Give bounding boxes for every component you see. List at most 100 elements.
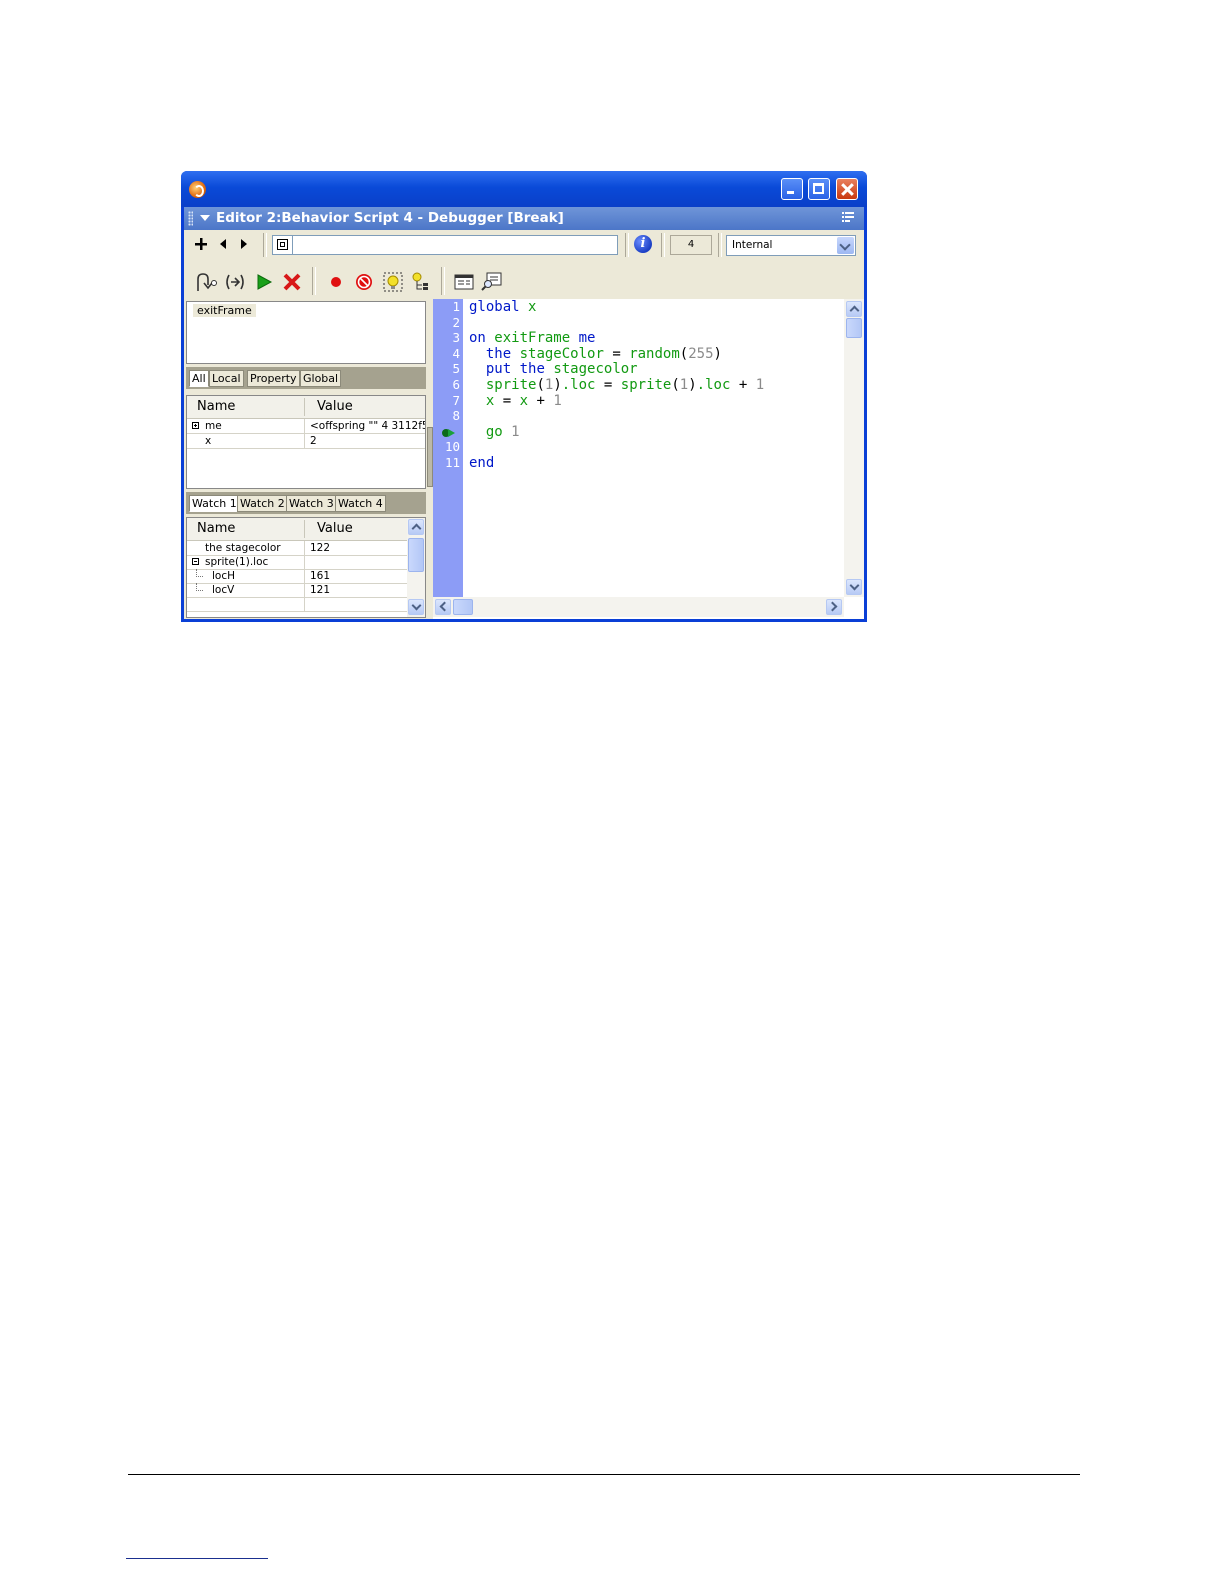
code-line: x = x + 1 (485, 392, 562, 409)
table-row[interactable] (187, 597, 407, 612)
line-number: 10 (444, 439, 460, 455)
toolbar-debug (184, 265, 864, 299)
column-name[interactable]: Name (197, 521, 235, 536)
chevron-down-icon[interactable] (837, 237, 854, 254)
code-line: the stageColor = random(255) (485, 345, 722, 362)
table-row[interactable]: sprite(1).loc (187, 555, 407, 570)
info-icon[interactable]: i (634, 235, 652, 253)
run-script-icon[interactable] (252, 270, 276, 294)
scroll-up-icon[interactable] (408, 519, 424, 535)
cast-select-value: Internal (732, 239, 773, 251)
line-number: 2 (452, 314, 460, 330)
panel-collapse-icon[interactable] (200, 215, 210, 221)
step-script-icon[interactable] (194, 270, 218, 294)
previous-handler-icon[interactable] (218, 237, 228, 251)
line-number: 4 (452, 345, 460, 361)
script-type-icon (277, 239, 288, 250)
watch-scrollbar[interactable] (407, 518, 425, 617)
app-icon[interactable] (189, 181, 206, 198)
cast-select[interactable]: Internal (726, 235, 856, 256)
collapse-icon[interactable] (192, 558, 199, 565)
debugger-window: Editor 2:Behavior Script 4 - Debugger [B… (181, 171, 867, 622)
expand-icon[interactable] (192, 422, 199, 429)
variables-header: Name Value (187, 396, 425, 419)
scroll-thumb[interactable] (846, 318, 862, 338)
toggle-breakpoint-icon[interactable] (324, 270, 348, 294)
column-name[interactable]: Name (197, 399, 235, 414)
code-line: put the stagecolor (485, 361, 638, 378)
line-number: 11 (444, 455, 460, 470)
table-row[interactable]: x 2 (187, 434, 425, 449)
line-number: 7 (452, 392, 460, 408)
scroll-down-icon[interactable] (408, 599, 424, 615)
panel-grip-icon[interactable] (188, 211, 193, 226)
toolbar-separator (625, 233, 629, 257)
watch-expression-icon[interactable] (381, 270, 405, 294)
code-line: on exitFrame me (469, 330, 596, 347)
editor-horizontal-scrollbar[interactable] (433, 597, 844, 617)
panel-header[interactable]: Editor 2:Behavior Script 4 - Debugger [B… (184, 207, 864, 230)
tab-watch-1[interactable]: Watch 1 (189, 495, 240, 512)
new-handler-icon[interactable] (194, 237, 208, 251)
options-menu-icon[interactable] (842, 212, 856, 224)
stop-debugging-icon[interactable] (280, 270, 304, 294)
scroll-up-icon[interactable] (846, 301, 862, 317)
code-body[interactable]: global x on exitFrame me the stageColor … (469, 299, 764, 471)
scroll-right-icon[interactable] (826, 599, 842, 615)
line-number: 6 (452, 377, 460, 392)
table-row[interactable]: locV 121 (187, 583, 407, 598)
tab-global[interactable]: Global (300, 370, 342, 387)
find-icon[interactable] (480, 270, 504, 294)
title-bar[interactable] (181, 171, 867, 207)
tab-all[interactable]: All (189, 370, 209, 387)
line-number-field[interactable]: 4 (670, 235, 712, 255)
line-number: 5 (452, 361, 460, 377)
execution-arrow-icon (442, 429, 455, 437)
toolbar-separator (312, 267, 316, 295)
watch-tabs: Watch 1 Watch 2 Watch 3 Watch 4 (186, 492, 426, 514)
call-stack-list[interactable]: exitFrame (186, 301, 426, 364)
step-into-icon[interactable] (223, 270, 247, 294)
handler-list-icon[interactable] (452, 270, 476, 294)
watch-grid: Name Value the stagecolor 122 sprite(1).… (186, 517, 426, 618)
code-line: sprite(1).loc = sprite(1).loc + 1 (485, 377, 765, 393)
line-number-gutter[interactable]: 1 2 3 4 5 6 7 8 10 11 (433, 299, 463, 597)
column-value[interactable]: Value (317, 399, 353, 414)
recompile-icon[interactable] (409, 270, 433, 294)
tab-local[interactable]: Local (209, 370, 244, 387)
script-editor[interactable]: 1 2 3 4 5 6 7 8 10 11 global x on exitFr… (433, 299, 864, 619)
scroll-thumb[interactable] (453, 599, 473, 615)
table-row[interactable]: me <offspring "" 4 3112f58> (187, 419, 425, 434)
toolbar-separator (263, 233, 267, 257)
scroll-thumb[interactable] (408, 538, 424, 572)
table-row[interactable]: locH 161 (187, 569, 407, 584)
maximize-button[interactable] (808, 178, 830, 200)
handler-name-field[interactable] (272, 235, 618, 255)
line-number: 3 (452, 330, 460, 346)
table-row[interactable]: the stagecolor 122 (187, 541, 407, 556)
panel-title: Editor 2:Behavior Script 4 - Debugger [B… (216, 210, 564, 226)
tab-watch-2[interactable]: Watch 2 (237, 495, 288, 512)
watch-header: Name Value (187, 518, 425, 541)
minimize-button[interactable] (781, 178, 803, 200)
scroll-left-icon[interactable] (435, 599, 451, 615)
editor-vertical-scrollbar[interactable] (844, 299, 864, 597)
content-area: i 4 Internal exitFrame All Local Propert… (184, 230, 864, 619)
line-number: 1 (452, 299, 460, 314)
tab-property[interactable]: Property (247, 370, 300, 387)
code-line: global x (469, 299, 537, 315)
scroll-down-icon[interactable] (846, 579, 862, 595)
tab-watch-4[interactable]: Watch 4 (335, 495, 386, 512)
code-line: end (469, 455, 495, 471)
toolbar-separator (661, 233, 665, 257)
next-handler-icon[interactable] (239, 237, 249, 251)
column-value[interactable]: Value (317, 521, 353, 536)
ignore-breakpoints-icon[interactable] (352, 270, 376, 294)
close-button[interactable] (836, 178, 858, 200)
call-stack-item[interactable]: exitFrame (193, 304, 256, 317)
footer-rule (128, 1474, 1080, 1475)
code-line: go 1 (485, 423, 520, 440)
tab-watch-3[interactable]: Watch 3 (286, 495, 337, 512)
line-number: 8 (452, 408, 460, 424)
toolbar-separator (441, 267, 445, 295)
